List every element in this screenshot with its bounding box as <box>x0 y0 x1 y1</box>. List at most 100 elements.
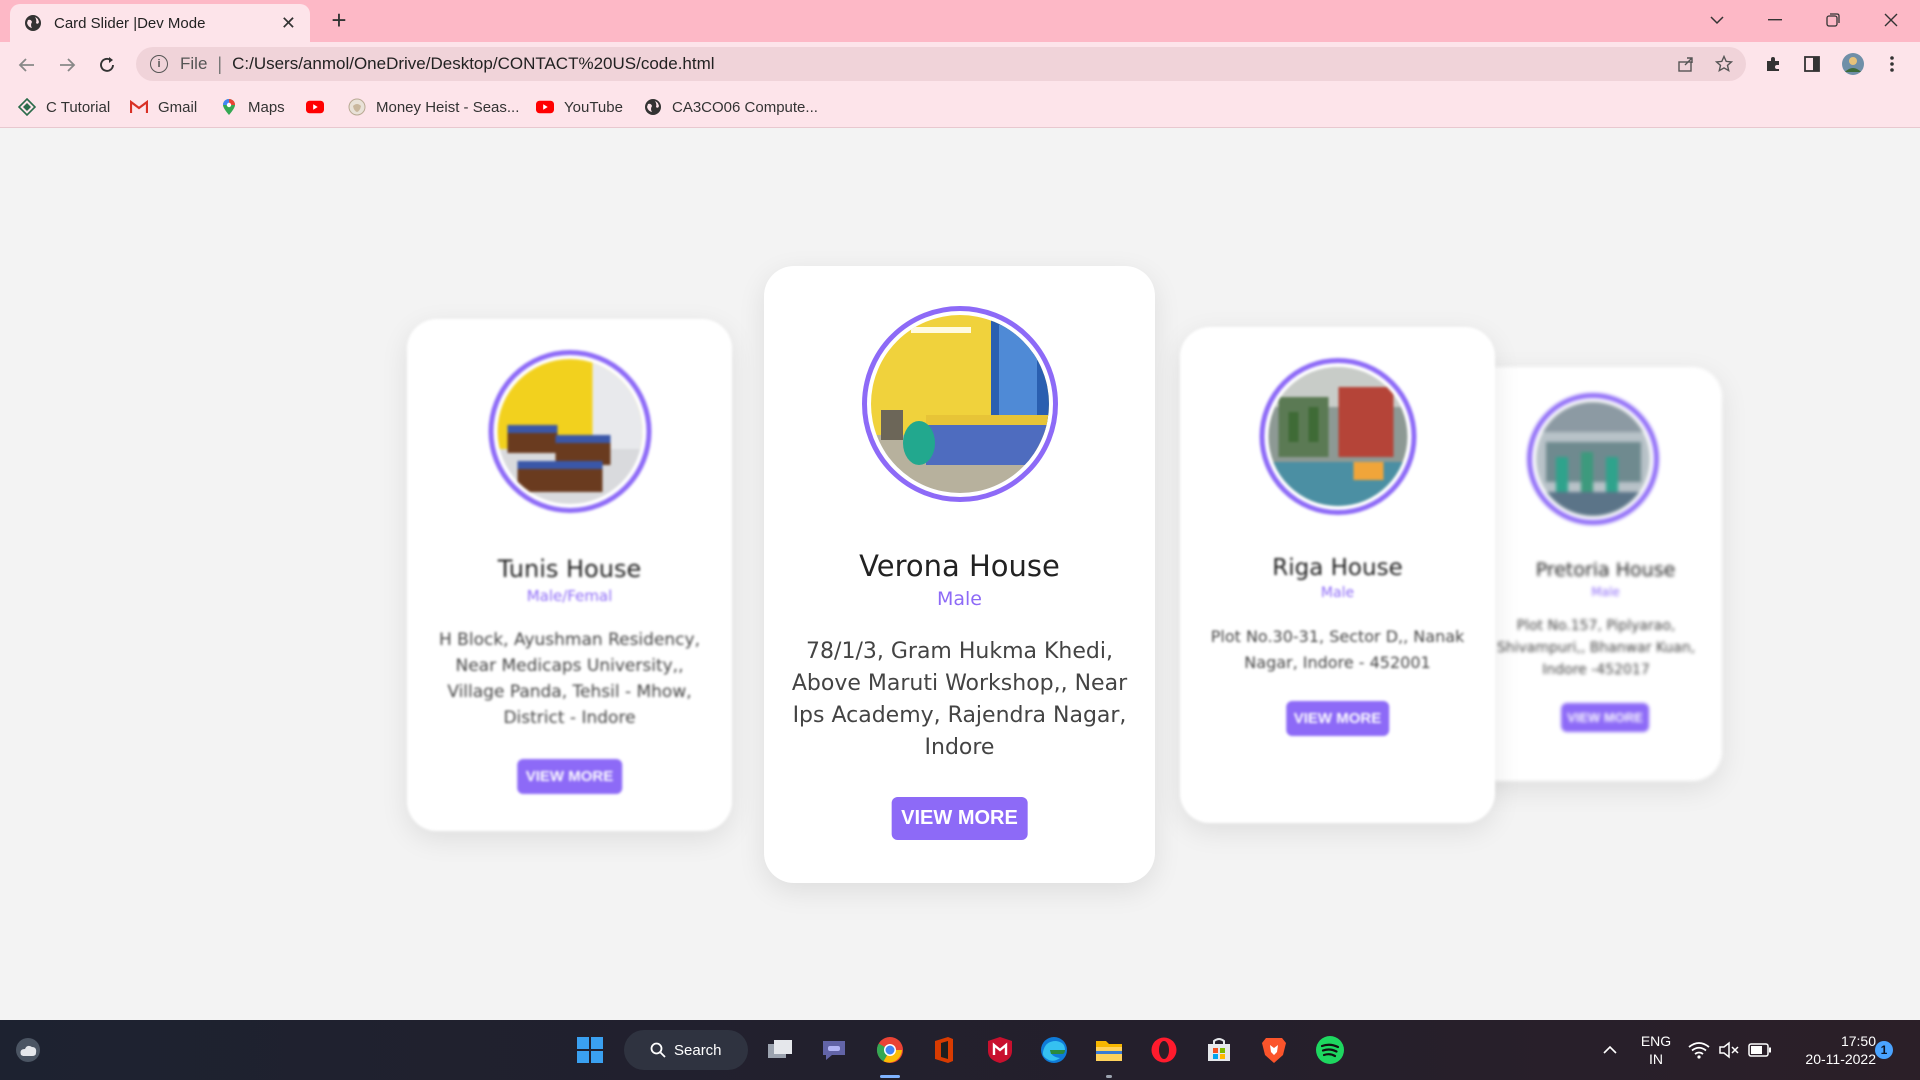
window-controls <box>1688 0 1920 40</box>
house-name: Tunis House <box>497 555 642 583</box>
site-info-icon[interactable]: i <box>150 55 168 73</box>
globe-icon <box>644 98 662 116</box>
browser-tab[interactable]: Card Slider |Dev Mode ✕ <box>10 4 310 42</box>
house-address: 78/1/3, Gram Hukma Khedi, Above Maruti W… <box>791 639 1128 760</box>
edge-icon[interactable] <box>1038 1034 1070 1066</box>
bookmark-label: CA3CO06 Compute... <box>672 98 818 116</box>
bookmark-label: Maps <box>248 98 285 116</box>
extensions-puzzle-icon[interactable] <box>1761 52 1785 76</box>
tab-title: Card Slider |Dev Mode <box>54 14 206 32</box>
house-address: Plot No.157, Piplyarao, Shivampuri,, Bha… <box>1496 618 1696 678</box>
menu-kebab-icon[interactable] <box>1880 52 1904 76</box>
bookmark-gmail[interactable]: Gmail <box>130 96 197 118</box>
diamond-icon <box>18 98 36 116</box>
volume-muted-icon[interactable] <box>1716 1034 1742 1066</box>
file-explorer-icon[interactable] <box>1093 1034 1125 1066</box>
windows-start-icon[interactable] <box>574 1034 606 1066</box>
bookmark-youtube-unlabeled[interactable] <box>306 96 334 118</box>
house-card-verona[interactable]: Verona House Male 78/1/3, Gram Hukma Khe… <box>764 266 1155 883</box>
back-arrow-icon[interactable] <box>14 52 40 78</box>
bookmark-ca3co06[interactable]: CA3CO06 Compute... <box>644 96 818 118</box>
windows-taskbar: Search ENG IN 17:50 20-11-2022 1 <box>0 1020 1920 1080</box>
brave-icon[interactable] <box>1258 1034 1290 1066</box>
house-photo <box>1536 402 1650 516</box>
house-name: Verona House <box>859 549 1060 583</box>
active-app-indicator <box>880 1075 900 1078</box>
bookmark-label: Gmail <box>158 98 198 116</box>
task-view-icon[interactable] <box>764 1034 796 1066</box>
side-panel-icon[interactable] <box>1800 52 1824 76</box>
house-avatar <box>861 306 1058 502</box>
youtube-icon <box>306 98 324 116</box>
bookmark-label: Money Heist - Seas... <box>376 98 520 116</box>
forward-arrow-icon[interactable] <box>54 52 80 78</box>
opera-icon[interactable] <box>1148 1034 1180 1066</box>
bookmarks-bar: C Tutorial Gmail Maps Money Heist - Seas… <box>0 87 1920 128</box>
house-photo <box>1268 367 1407 506</box>
show-hidden-icons-chevron-icon[interactable] <box>1596 1034 1624 1066</box>
restore-icon[interactable] <box>1804 0 1862 40</box>
running-app-indicator <box>1106 1075 1112 1078</box>
bookmark-maps[interactable]: Maps <box>220 96 285 118</box>
view-more-button[interactable]: VIEW MORE <box>516 759 623 794</box>
battery-icon[interactable] <box>1746 1034 1774 1066</box>
notification-badge[interactable]: 1 <box>1875 1041 1893 1059</box>
house-avatar <box>488 350 651 513</box>
url-separator: | <box>217 53 223 74</box>
teams-chat-icon[interactable] <box>818 1034 850 1066</box>
mcafee-icon[interactable] <box>984 1034 1016 1066</box>
bookmark-money-heist[interactable]: Money Heist - Seas... <box>348 96 519 118</box>
search-label: Search <box>674 1041 722 1059</box>
house-address: Plot No.30-31, Sector D,, Nanak Nagar, I… <box>1210 627 1465 672</box>
youtube-icon <box>536 98 554 116</box>
bookmark-c-tutorial[interactable]: C Tutorial <box>18 96 110 118</box>
gmail-icon <box>130 98 148 116</box>
wifi-icon[interactable] <box>1686 1034 1712 1066</box>
house-gender: Male <box>936 588 982 610</box>
house-avatar <box>1527 393 1659 525</box>
house-address: H Block, Ayushman Residency, Near Medica… <box>439 630 700 728</box>
house-avatar <box>1259 358 1416 515</box>
house-gender: Male/Femal <box>526 587 613 605</box>
url-protocol: File <box>180 54 208 73</box>
view-more-button[interactable]: VIEW MORE <box>1285 701 1390 736</box>
share-icon[interactable] <box>1676 54 1696 74</box>
region-code: IN <box>1649 1051 1663 1067</box>
language-indicator[interactable]: ENG IN <box>1636 1032 1676 1068</box>
address-bar[interactable]: i File | C:/Users/anmol/OneDrive/Desktop… <box>136 47 1746 81</box>
weather-cloud-icon[interactable] <box>12 1034 44 1066</box>
taskbar-search-button[interactable]: Search <box>624 1030 748 1070</box>
chrome-icon[interactable] <box>874 1034 906 1066</box>
browser-toolbar: i File | C:/Users/anmol/OneDrive/Desktop… <box>0 42 1920 87</box>
house-photo <box>870 315 1049 493</box>
bookmark-youtube[interactable]: YouTube <box>536 96 623 118</box>
money-heist-icon <box>348 98 366 116</box>
url-text[interactable]: C:/Users/anmol/OneDrive/Desktop/CONTACT%… <box>232 54 714 74</box>
clock-date: 20-11-2022 <box>1805 1051 1876 1067</box>
browser-tab-strip: Card Slider |Dev Mode ✕ + <box>0 0 1920 42</box>
bookmark-star-icon[interactable] <box>1714 54 1734 74</box>
house-gender: Male <box>1591 585 1620 599</box>
language-code: ENG <box>1640 1033 1672 1049</box>
maps-icon <box>220 98 238 116</box>
close-tab-icon[interactable]: ✕ <box>281 14 296 32</box>
microsoft-store-icon[interactable] <box>1203 1034 1235 1066</box>
house-card-pretoria[interactable]: Pretoria House Male Plot No.157, Piplyar… <box>1464 367 1722 781</box>
tab-search-chevron-icon[interactable] <box>1688 0 1746 40</box>
bookmark-label: C Tutorial <box>46 98 111 116</box>
house-photo <box>497 359 642 504</box>
profile-avatar[interactable] <box>1841 52 1865 76</box>
view-more-button[interactable]: VIEW MORE <box>891 797 1028 840</box>
reload-icon[interactable] <box>94 52 120 78</box>
house-name: Riga House <box>1272 555 1403 581</box>
new-tab-button[interactable]: + <box>326 7 352 34</box>
minimize-icon[interactable] <box>1746 0 1804 40</box>
close-window-icon[interactable] <box>1862 0 1920 40</box>
office-icon[interactable] <box>928 1034 960 1066</box>
spotify-icon[interactable] <box>1314 1034 1346 1066</box>
bookmark-label: YouTube <box>564 98 623 116</box>
clock[interactable]: 17:50 20-11-2022 <box>1786 1032 1876 1068</box>
house-card-riga[interactable]: Riga House Male Plot No.30-31, Sector D,… <box>1180 327 1495 823</box>
view-more-button[interactable]: VIEW MORE <box>1561 703 1649 732</box>
house-card-tunis[interactable]: Tunis House Male/Femal H Block, Ayushman… <box>407 319 732 831</box>
